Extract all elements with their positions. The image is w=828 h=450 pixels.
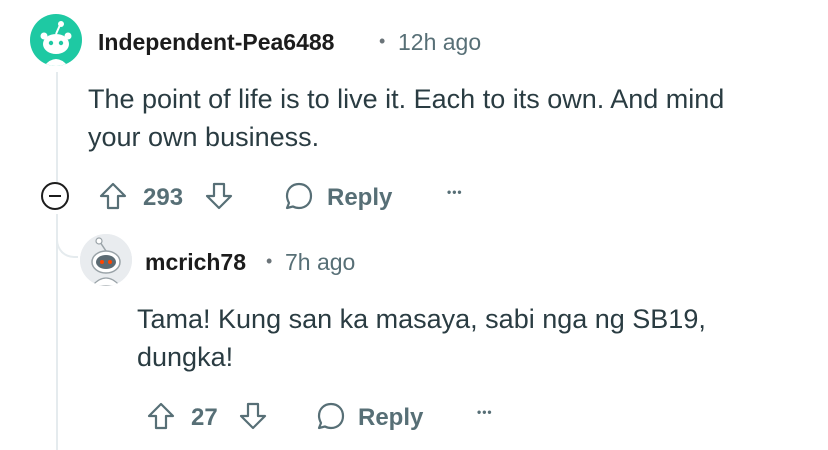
more-icon[interactable]: ••• [477, 405, 493, 419]
reply-label: Reply [358, 404, 424, 431]
comment-author[interactable]: Independent-Pea6488 [98, 29, 334, 56]
reply-bubble-icon [283, 180, 315, 212]
reply-label: Reply [327, 184, 393, 211]
downvote-icon[interactable] [203, 180, 235, 212]
thread-line [56, 72, 58, 182]
vote-count: 293 [143, 184, 184, 211]
upvote-icon[interactable] [97, 180, 129, 212]
collapse-icon[interactable] [40, 181, 70, 211]
comment-body-line: your own business. [88, 122, 320, 152]
comment-timestamp[interactable]: 12h ago [398, 29, 481, 56]
comment-body-line: dungka! [137, 342, 234, 372]
comment-body-line: The point of life is to live it. Each to… [88, 84, 725, 114]
separator-dot: • [266, 251, 273, 271]
comment-timestamp[interactable]: 7h ago [285, 249, 355, 276]
avatar[interactable] [30, 14, 82, 66]
vote-count: 27 [191, 404, 218, 431]
reply-bubble-icon [315, 400, 347, 432]
upvote-icon[interactable] [145, 400, 177, 432]
comment-body-line: Tama! Kung san ka masaya, sabi nga ng SB… [137, 304, 706, 334]
reply-button[interactable]: Reply [283, 180, 403, 214]
separator-dot: • [379, 31, 386, 51]
reply-button[interactable]: Reply [315, 400, 435, 434]
avatar[interactable] [80, 234, 132, 286]
comment-author[interactable]: mcrich78 [145, 249, 246, 276]
thread-branch-line [56, 214, 78, 258]
downvote-icon[interactable] [237, 400, 269, 432]
more-icon[interactable]: ••• [447, 185, 463, 199]
